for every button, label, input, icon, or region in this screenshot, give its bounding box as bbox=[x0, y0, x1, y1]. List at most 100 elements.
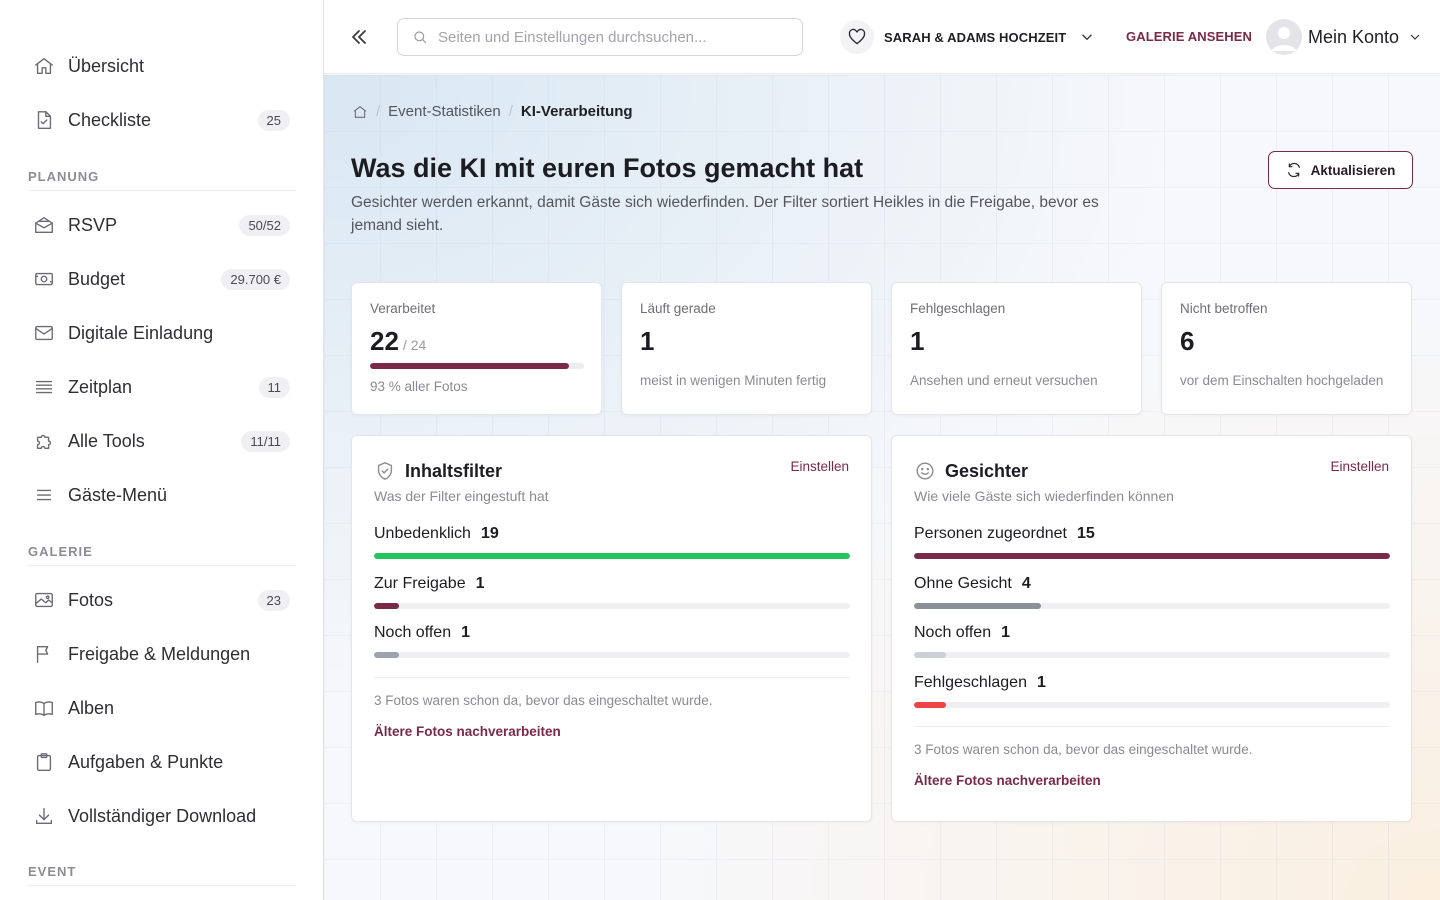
book-open-icon bbox=[22, 697, 66, 719]
sidebar-item-zeitplan[interactable]: Zeitplan 11 bbox=[22, 365, 300, 409]
sidebar-item-gaeste-menue[interactable]: Gäste-Menü bbox=[22, 473, 300, 517]
shield-check-icon bbox=[377, 462, 393, 480]
progress-fill bbox=[370, 363, 570, 369]
row-count: 1 bbox=[475, 575, 485, 592]
sidebar-item-label: Digitale Einladung bbox=[68, 322, 214, 343]
faces-row-noch-offen: Noch offen 1 bbox=[914, 624, 1390, 658]
home-icon bbox=[22, 55, 66, 77]
filter-row-zur-freigabe: Zur Freigabe 1 bbox=[374, 575, 850, 609]
row-bar-fill bbox=[914, 603, 1042, 609]
row-count: 19 bbox=[480, 525, 499, 542]
view-gallery-link[interactable]: GALERIE ANSEHEN bbox=[1126, 29, 1252, 44]
row-label: Fehlgeschlagen bbox=[914, 674, 1027, 691]
row-bar-fill bbox=[374, 603, 400, 609]
panel-title-text: Gesichter bbox=[945, 460, 1029, 481]
mail-icon bbox=[22, 322, 66, 344]
stat-card-nicht-betroffen: Nicht betroffen 6 vor dem Einschalten ho… bbox=[1161, 282, 1412, 415]
count-badge: 11/11 bbox=[241, 430, 290, 452]
sidebar-item-aufgaben-punkte[interactable]: Aufgaben & Punkte bbox=[22, 740, 300, 784]
row-bar-fill bbox=[374, 553, 850, 559]
sidebar-item-label: Zeitplan bbox=[68, 376, 133, 397]
faces-row-fehlgeschlagen: Fehlgeschlagen 1 bbox=[914, 674, 1390, 708]
stat-value: 1 bbox=[640, 326, 655, 356]
row-bar bbox=[374, 603, 850, 609]
sidebar-item-alben[interactable]: Alben bbox=[22, 686, 300, 730]
stat-value: 22/ 24 bbox=[370, 326, 583, 357]
double-chevron-left-icon bbox=[352, 30, 366, 44]
row-bar bbox=[914, 652, 1390, 658]
sidebar-item-alle-tools[interactable]: Alle Tools 11/11 bbox=[22, 419, 300, 463]
sidebar-item-checkliste[interactable]: Checkliste 25 bbox=[22, 98, 300, 142]
stat-value: 1 bbox=[910, 326, 925, 356]
row-bar-fill bbox=[374, 652, 400, 658]
row-label: Ohne Gesicht bbox=[914, 575, 1012, 592]
sidebar-item-budget[interactable]: Budget 29.700 € bbox=[22, 257, 300, 301]
sidebar-item-rsvp[interactable]: RSVP 50/52 bbox=[22, 203, 300, 247]
breadcrumb: / Event-Statistiken / KI-Verarbeitung bbox=[352, 103, 633, 120]
reprocess-link[interactable]: Ältere Fotos nachverarbeiten bbox=[914, 773, 1101, 788]
stat-card-laeuft-gerade: Läuft gerade 1 meist in wenigen Minuten … bbox=[621, 282, 872, 415]
row-label: Noch offen bbox=[374, 624, 452, 641]
progress-bar bbox=[370, 363, 584, 369]
faces-row-personen-zugeordnet: Personen zugeordnet 15 bbox=[914, 525, 1390, 559]
configure-link[interactable]: Einstellen bbox=[1330, 459, 1389, 474]
panel-divider bbox=[914, 726, 1390, 727]
panel-subtitle: Wie viele Gäste sich wiederfinden können bbox=[914, 488, 1174, 504]
sidebar-item-digitale-einladung[interactable]: Digitale Einladung bbox=[22, 311, 300, 355]
refresh-button[interactable]: Aktualisieren bbox=[1268, 151, 1413, 189]
section-divider bbox=[28, 190, 296, 191]
event-switcher[interactable]: SARAH & ADAMS HOCHZEIT bbox=[840, 20, 1096, 54]
breadcrumb-event-statistiken[interactable]: Event-Statistiken bbox=[388, 103, 501, 120]
faces-row-ohne-gesicht: Ohne Gesicht 4 bbox=[914, 575, 1390, 609]
sidebar-item-label: Gäste-Menü bbox=[68, 484, 168, 505]
page-title: Was die KI mit euren Fotos gemacht hat bbox=[351, 153, 864, 183]
filter-row-unbedenklich: Unbedenklich 19 bbox=[374, 525, 850, 559]
home-icon[interactable] bbox=[352, 104, 368, 120]
row-count: 1 bbox=[1001, 624, 1010, 641]
count-badge: 50/52 bbox=[239, 214, 290, 236]
stat-card-verarbeitet: Verarbeitet 22/ 24 93 % aller Fotos bbox=[351, 282, 602, 415]
sidebar-item-uebersicht[interactable]: Übersicht bbox=[22, 44, 300, 88]
row-label: Unbedenklich bbox=[374, 525, 471, 542]
chevron-down-icon bbox=[1082, 34, 1093, 41]
row-bar bbox=[914, 553, 1390, 559]
row-bar bbox=[914, 603, 1390, 609]
search-input[interactable] bbox=[438, 28, 778, 46]
reprocess-link[interactable]: Ältere Fotos nachverarbeiten bbox=[374, 724, 561, 739]
sidebar-item-label: Vollständiger Download bbox=[68, 805, 257, 826]
row-count: 4 bbox=[1021, 575, 1031, 592]
sidebar-item-label: Budget bbox=[68, 268, 126, 289]
heart-icon bbox=[840, 20, 874, 54]
account-menu[interactable]: Mein Konto bbox=[1266, 18, 1423, 56]
panel-title: Inhaltsfilter bbox=[374, 460, 502, 482]
chevron-down-icon bbox=[1410, 34, 1420, 40]
stat-card-fehlgeschlagen: Fehlgeschlagen 1 Ansehen und erneut vers… bbox=[891, 282, 1142, 415]
row-label: Personen zugeordnet bbox=[914, 525, 1067, 542]
sidebar-item-fotos[interactable]: Fotos 23 bbox=[22, 578, 300, 622]
section-title-planung: PLANUNG bbox=[28, 169, 100, 184]
stat-label: Verarbeitet bbox=[370, 301, 436, 316]
envelope-open-icon bbox=[22, 214, 66, 236]
stat-hint: 93 % aller Fotos bbox=[370, 379, 468, 394]
sidebar-item-vollstaendiger-download[interactable]: Vollständiger Download bbox=[22, 794, 300, 838]
sidebar-item-freigabe-meldungen[interactable]: Freigabe & Meldungen bbox=[22, 632, 300, 676]
collapse-sidebar-button[interactable] bbox=[344, 22, 374, 52]
breadcrumb-separator: / bbox=[376, 103, 381, 120]
account-label: Mein Konto bbox=[1308, 26, 1400, 47]
stat-label: Läuft gerade bbox=[640, 301, 716, 316]
count-badge: 11 bbox=[258, 376, 290, 398]
refresh-label: Aktualisieren bbox=[1310, 162, 1396, 178]
stat-total: / 24 bbox=[402, 337, 427, 353]
sidebar-item-label: Übersicht bbox=[68, 55, 145, 76]
page-description: Gesichter werden erkannt, damit Gäste si… bbox=[351, 194, 1099, 234]
panel-subtitle: Was der Filter eingestuft hat bbox=[374, 488, 549, 504]
faces-panel: Gesichter Wie viele Gäste sich wiederfin… bbox=[891, 435, 1412, 822]
count-badge: 25 bbox=[257, 109, 290, 131]
checklist-icon bbox=[22, 109, 66, 131]
topbar: SARAH & ADAMS HOCHZEIT GALERIE ANSEHEN M… bbox=[324, 0, 1440, 74]
configure-link[interactable]: Einstellen bbox=[790, 459, 849, 474]
search-field[interactable] bbox=[397, 18, 803, 56]
breadcrumb-separator: / bbox=[508, 103, 513, 120]
puzzle-icon bbox=[22, 430, 66, 452]
section-divider bbox=[28, 885, 296, 886]
